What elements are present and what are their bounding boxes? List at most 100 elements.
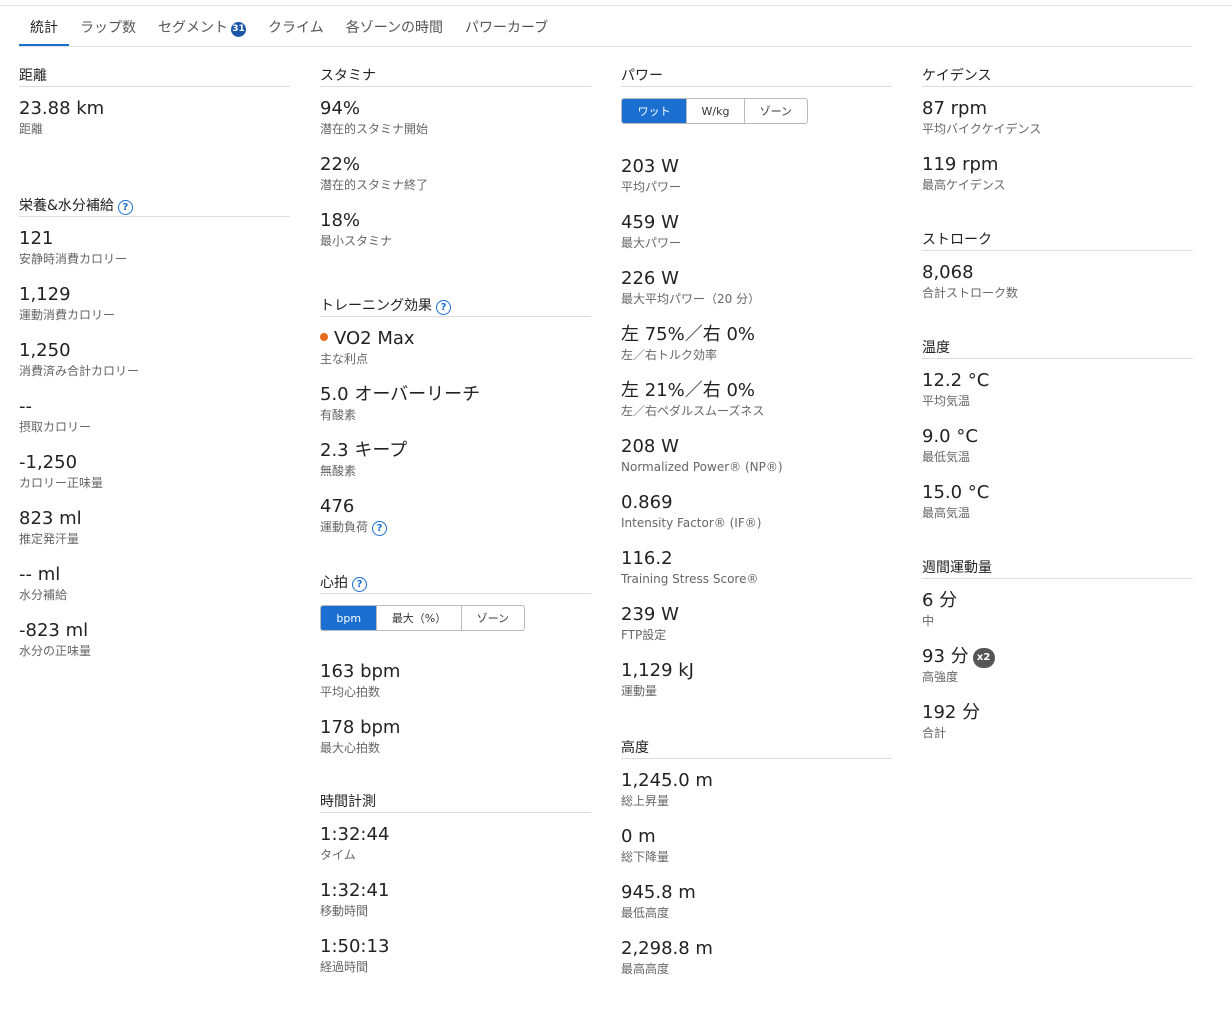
tab-segments[interactable]: セグメント 31 [147,10,257,46]
stat-value: 94% [320,98,361,119]
toggle-bpm-button[interactable]: bpm [321,606,378,630]
stat-value: 119 rpm [922,154,999,175]
toggle-wkg-button[interactable]: W/kg [687,99,745,123]
stat-item: 18% 最小スタミナ [320,210,591,266]
stat-label: 運動量 [621,684,658,698]
stat-value: 2.3 キープ [320,440,408,461]
elevation-section: 高度 1,245.0 m 総上昇量 0 m 総下降量 945.8 m 最低高度 2,2… [621,738,892,994]
stat-value: 116.2 [621,548,673,569]
stat-label: 主な利点 [320,352,369,366]
stat-label: 平均バイクケイデンス [922,122,1042,136]
stat-value: -- [19,396,32,417]
stat-value: 226 W [621,268,679,289]
stat-label: カロリー正味量 [19,476,104,490]
help-icon[interactable]: ? [372,521,388,536]
stat-value: 0.869 [621,492,673,513]
tab-label: パワーカーブ [465,20,549,36]
tab-stats[interactable]: 統計 [19,10,69,46]
section-title: 栄養&水分補給? [19,196,290,217]
stat-label: 水分の正味量 [19,644,92,658]
stat-value: 9.0 °C [922,426,978,447]
stat-item: 208 W Normalized Power® (NP®) [621,436,892,492]
stat-item: 93 分 x2 高強度 [922,646,1193,702]
tab-power-curve[interactable]: パワーカーブ [454,10,559,46]
stat-item: 116.2 Training Stress Score® [621,548,892,604]
stat-item: 823 ml 推定発汗量 [19,508,290,564]
stat-item: 94% 潜在的スタミナ開始 [320,98,591,154]
stat-item: 239 W FTP設定 [621,604,892,660]
stat-label: 総上昇量 [621,794,670,808]
stat-label: 合計ストローク数 [922,286,1019,300]
stat-item: 左 21%／右 0% 左／右ペダルスムーズネス [621,380,892,436]
stat-value: 239 W [621,604,679,625]
stat-value: 178 bpm [320,717,401,738]
stat-value: 23.88 km [19,98,105,119]
stat-label: 総下降量 [621,850,670,864]
stat-item: -1,250 カロリー正味量 [19,452,290,508]
stat-value: 476 [320,496,355,517]
section-title: 距離 [19,66,290,87]
stat-item: -- 摂取カロリー [19,396,290,452]
stat-label: 高強度 [922,670,959,684]
stat-value: 22% [320,154,361,175]
help-icon[interactable]: ? [117,200,133,215]
stat-item: 12.2 °C 平均気温 [922,370,1193,426]
stat-value: -823 ml [19,620,89,641]
stat-label-text: 運動負荷 [320,520,369,534]
heart-rate-section: 心拍? bpm 最大（%） ゾーン 163 bpm 平均心拍数 178 bpm 最大… [320,573,591,773]
timing-section: 時間計測 1:32:44 タイム 1:32:41 移動時間 1:50:13 経過時間 [320,792,591,992]
stat-value: 2,298.8 m [621,938,713,959]
stat-value: 1,245.0 m [621,770,713,791]
stat-item: 203 W 平均パワー [621,156,892,212]
column-2: スタミナ 94% 潜在的スタミナ開始 22% 潜在的スタミナ終了 18% 最小スタミナ… [320,66,591,992]
section-title: ストローク [922,230,1193,251]
stat-label: 安静時消費カロリー [19,252,128,266]
tab-climbs[interactable]: クライム [257,10,335,46]
toggle-zone-button[interactable]: ゾーン [462,606,524,630]
stat-label: 摂取カロリー [19,420,92,434]
column-1: 距離 23.88 km 距離 栄養&水分補給? 121 安静時消費カロリー 1,1… [19,66,290,676]
tab-label: ラップ数 [80,20,136,36]
segment-count-badge: 31 [231,22,246,37]
tab-laps[interactable]: ラップ数 [69,10,147,46]
multiplier-badge: x2 [972,648,995,668]
power-unit-toggle: ワット W/kg ゾーン [621,98,808,124]
stat-value: 8,068 [922,262,974,283]
stroke-section: ストローク 8,068 合計ストローク数 [922,230,1193,318]
toggle-max-percent-button[interactable]: 最大（%） [377,606,462,630]
stat-value: 15.0 °C [922,482,990,503]
section-title-text: 心拍 [320,575,348,591]
tab-label: セグメント [158,20,228,36]
tab-label: 統計 [30,20,58,36]
stat-item: 2,298.8 m 最高高度 [621,938,892,994]
tab-time-in-zones[interactable]: 各ゾーンの時間 [335,10,454,46]
stat-value: 208 W [621,436,679,457]
stat-label: 移動時間 [320,904,369,918]
stat-value: 1,129 [19,284,71,305]
stat-label: 平均パワー [621,180,682,194]
stat-item: 163 bpm 平均心拍数 [320,661,591,717]
help-icon[interactable]: ? [352,577,367,592]
stat-item: 15.0 °C 最高気温 [922,482,1193,538]
toggle-zone-button[interactable]: ゾーン [745,99,807,123]
stat-label: 最大平均パワー（20 分） [621,292,761,306]
section-title: パワー [621,66,892,87]
stat-label: Normalized Power® (NP®) [621,460,783,474]
stat-item: 0.869 Intensity Factor® (IF®) [621,492,892,548]
stat-item: -823 ml 水分の正味量 [19,620,290,676]
help-icon[interactable]: ? [436,300,451,315]
section-title-text: 栄養&水分補給 [19,198,114,214]
stat-value: 12.2 °C [922,370,990,391]
stat-item: 1,129 運動消費カロリー [19,284,290,340]
cadence-section: ケイデンス 87 rpm 平均バイクケイデンス 119 rpm 最高ケイデンス [922,66,1193,210]
stat-value: 左 75%／右 0% [621,324,756,345]
stat-label: 最高気温 [922,506,971,520]
stat-value-text: 93 分 [922,646,969,667]
stat-item: 9.0 °C 最低気温 [922,426,1193,482]
temperature-section: 温度 12.2 °C 平均気温 9.0 °C 最低気温 15.0 °C 最高気温 [922,338,1193,538]
stat-item: 2.3 キープ 無酸素 [320,440,591,496]
stat-value: 192 分 [922,702,981,723]
stat-label: 左／右ペダルスムーズネス [621,404,765,418]
toggle-watt-button[interactable]: ワット [622,99,688,123]
stat-item: 1:32:41 移動時間 [320,880,591,936]
